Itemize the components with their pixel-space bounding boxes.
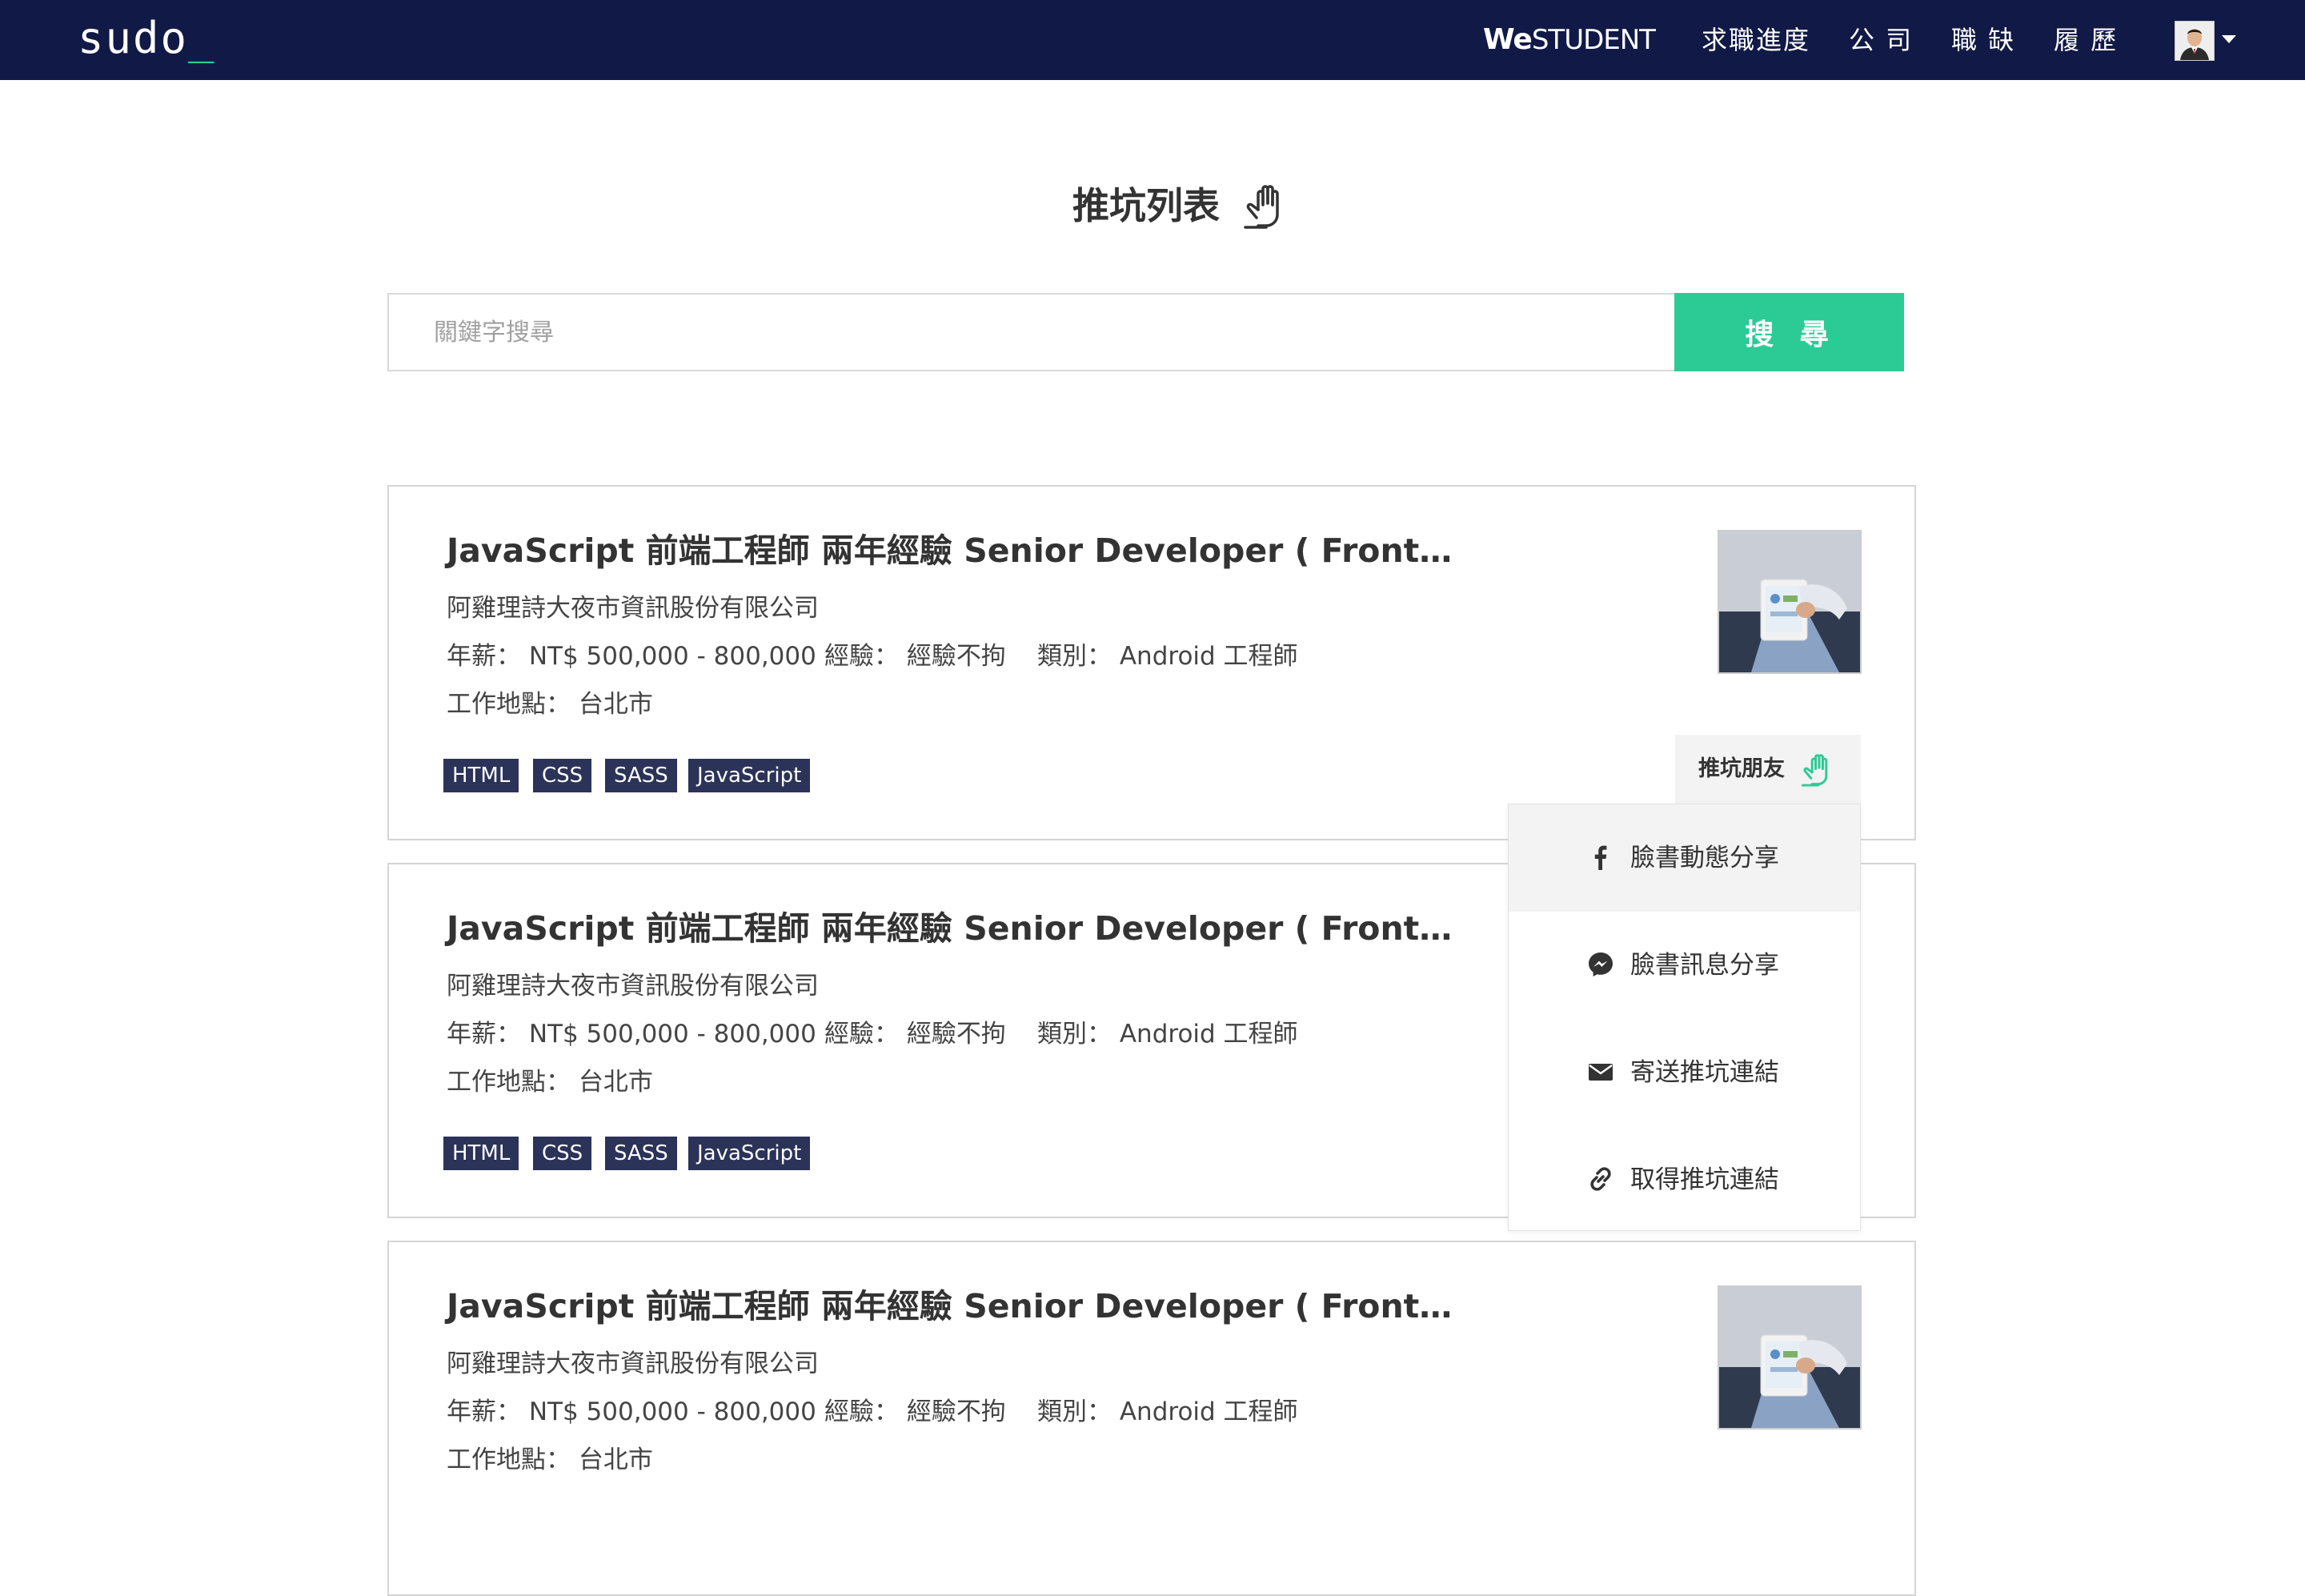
user-menu[interactable] [2174,0,2239,80]
page-title-text: 推坑列表 [1072,184,1220,227]
experience: 經驗： 經驗不拘 [824,1398,1006,1426]
logo-cursor: _ [188,13,216,63]
page-title: 推坑列表 [1072,178,1313,234]
skill-tag[interactable]: JavaScript [688,1137,811,1170]
facebook-icon [1594,845,1607,870]
menu-label: 取得推坑連結 [1630,1165,1779,1194]
menu-label: 寄送推坑連結 [1630,1058,1779,1087]
search-button[interactable]: 搜 尋 [1674,293,1904,371]
category: 類別： Android 工程師 [1037,1020,1298,1049]
nav-jobs[interactable]: 職 缺 [1951,0,2015,80]
category: 類別： Android 工程師 [1037,1398,1298,1426]
skill-tag[interactable]: HTML [443,1137,519,1170]
salary: 年薪： NT$ 500,000 - 800,000 [447,1020,816,1049]
nav-resume-dropdown[interactable]: 履 歷 [2054,0,2142,91]
avatar [2175,21,2215,61]
share-menu: 臉書動態分享 臉書訊息分享 寄送推坑連結 取得推坑連結 [1508,804,1861,1231]
share-friend-label: 推坑朋友 [1698,756,1785,781]
site-logo[interactable]: sudo_ [78,13,216,64]
company-name: 阿雞理詩大夜市資訊股份有限公司 [447,594,819,623]
share-facebook-messenger[interactable]: 臉書訊息分享 [1509,912,1860,1019]
job-thumbnail [1718,1285,1862,1430]
location: 工作地點： 台北市 [447,1446,653,1474]
chevron-down-icon [2222,35,2236,43]
send-referral-link[interactable]: 寄送推坑連結 [1509,1019,1860,1126]
get-referral-link[interactable]: 取得推坑連結 [1509,1126,1860,1233]
nav-resume-label: 履 歷 [2054,25,2119,55]
job-title[interactable]: JavaScript 前端工程師 兩年經驗 Senior Developer (… [447,903,1452,954]
skill-tag[interactable]: JavaScript [688,759,811,792]
chevron-down-icon [2063,82,2078,91]
skill-tag[interactable]: HTML [443,759,519,792]
messenger-icon [1589,952,1613,976]
category: 類別： Android 工程師 [1037,642,1298,671]
skill-tag[interactable]: SASS [605,759,677,792]
job-card[interactable]: JavaScript 前端工程師 兩年經驗 Senior Developer (… [387,1241,1916,1596]
skill-tag[interactable]: SASS [605,1137,677,1170]
nav-companies[interactable]: 公 司 [1849,0,1913,80]
job-title[interactable]: JavaScript 前端工程師 兩年經驗 Senior Developer (… [447,525,1452,576]
logo-text: sudo [78,13,189,63]
job-thumbnail [1718,530,1862,674]
salary: 年薪： NT$ 500,000 - 800,000 [447,1398,816,1426]
share-friend-button[interactable]: 推坑朋友 [1675,735,1861,804]
waving-hand-icon [1244,185,1279,229]
company-name: 阿雞理詩大夜市資訊股份有限公司 [447,1349,819,1378]
location: 工作地點： 台北市 [447,690,653,719]
experience: 經驗： 經驗不拘 [824,642,1006,671]
company-name: 阿雞理詩大夜市資訊股份有限公司 [447,972,819,1001]
menu-label: 臉書訊息分享 [1630,951,1779,980]
share-facebook-feed[interactable]: 臉書動態分享 [1509,804,1860,912]
top-navbar: sudo_ WeSTUDENT 求職進度 公 司 職 缺 履 歷 [0,0,2305,91]
skill-tag[interactable]: CSS [533,1137,592,1170]
salary: 年薪： NT$ 500,000 - 800,000 [447,642,816,671]
nav-job-progress[interactable]: 求職進度 [1702,0,1810,80]
skill-tag[interactable]: CSS [533,759,592,792]
location: 工作地點： 台北市 [447,1068,653,1097]
link-icon [1590,1167,1611,1191]
menu-label: 臉書動態分享 [1630,844,1779,872]
search-input[interactable] [387,293,1676,371]
brand-student: STUDENT [1531,24,1656,56]
westudent-link[interactable]: WeSTUDENT [1483,0,1659,80]
waving-hand-icon [1802,754,1828,787]
job-title[interactable]: JavaScript 前端工程師 兩年經驗 Senior Developer (… [447,1281,1452,1332]
brand-we: We [1483,23,1533,56]
envelope-icon [1589,1064,1613,1081]
experience: 經驗： 經驗不拘 [824,1020,1006,1049]
